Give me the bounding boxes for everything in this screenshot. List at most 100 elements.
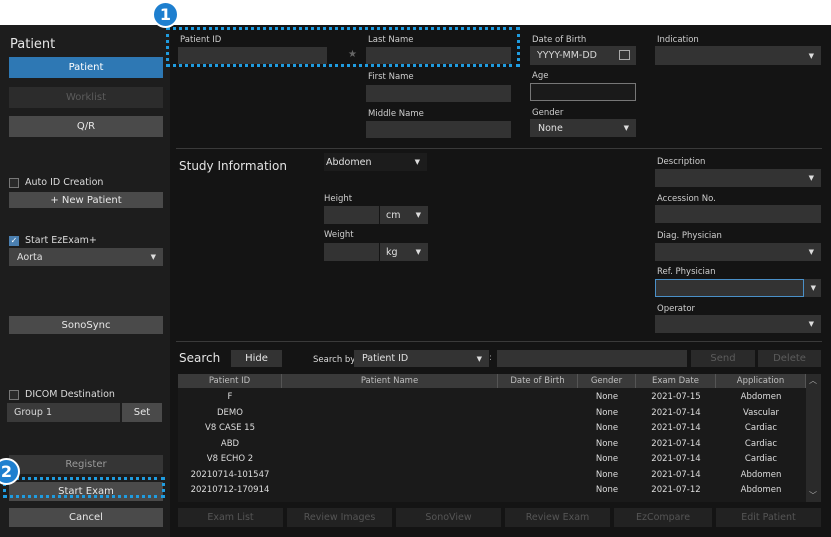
ezexam-protocol-value: Aorta bbox=[17, 251, 43, 263]
column-header[interactable]: Date of Birth bbox=[498, 374, 578, 388]
ezcompare-button[interactable]: EzCompare bbox=[614, 508, 712, 527]
calendar-icon[interactable] bbox=[619, 50, 630, 60]
height-unit-select[interactable]: cm ▼ bbox=[380, 206, 428, 224]
patient-button[interactable]: Patient bbox=[9, 57, 163, 78]
table-cell: Vascular bbox=[743, 407, 779, 418]
indication-select[interactable]: ▼ bbox=[655, 46, 821, 65]
colon-separator: : bbox=[489, 353, 493, 363]
chevron-down-icon: ▼ bbox=[808, 248, 814, 256]
section-divider bbox=[176, 341, 822, 342]
table-scrollbar[interactable]: ︿ ﹀ bbox=[806, 374, 821, 502]
table-cell: None bbox=[595, 423, 619, 433]
study-type-select[interactable]: Abdomen ▼ bbox=[324, 153, 427, 171]
dicom-set-button[interactable]: Set bbox=[122, 403, 162, 422]
accession-label: Accession No. bbox=[657, 194, 716, 204]
table-cell: Cardiac bbox=[744, 454, 778, 464]
sonoview-button[interactable]: SonoView bbox=[396, 508, 501, 527]
height-label: Height bbox=[324, 194, 353, 204]
operator-label: Operator bbox=[657, 304, 696, 314]
callout-badge-1: 1 bbox=[152, 1, 179, 28]
table-cell: Abdomen bbox=[740, 469, 782, 480]
table-cell: None bbox=[595, 469, 619, 480]
search-input[interactable] bbox=[497, 350, 687, 367]
table-cell: 20210712-170914 bbox=[190, 485, 270, 495]
scroll-up-icon[interactable]: ︿ bbox=[809, 375, 817, 386]
worklist-button[interactable]: Worklist bbox=[9, 87, 163, 108]
description-select[interactable]: ▼ bbox=[655, 169, 821, 187]
age-input[interactable] bbox=[530, 83, 636, 101]
checkbox-box[interactable] bbox=[9, 389, 19, 400]
ref-physician-input[interactable] bbox=[655, 279, 804, 297]
new-patient-button[interactable]: + New Patient bbox=[9, 192, 163, 208]
review-images-button[interactable]: Review Images bbox=[287, 508, 392, 527]
first-name-label: First Name bbox=[368, 72, 414, 82]
sonosync-button[interactable]: SonoSync bbox=[9, 316, 163, 334]
checkbox-box[interactable] bbox=[9, 177, 19, 188]
dob-placeholder: YYYY-MM-DD bbox=[537, 50, 597, 61]
callout-highlight-box bbox=[166, 27, 520, 67]
column-header[interactable]: Application bbox=[716, 374, 806, 388]
weight-unit-select[interactable]: kg ▼ bbox=[380, 243, 428, 261]
search-title: Search bbox=[179, 351, 221, 365]
exam-list-button[interactable]: Exam List bbox=[178, 508, 283, 527]
table-cell: 2021-07-14 bbox=[651, 438, 701, 449]
height-unit-value: cm bbox=[386, 209, 401, 221]
diag-physician-label: Diag. Physician bbox=[657, 231, 722, 241]
operator-select[interactable]: ▼ bbox=[655, 315, 821, 333]
delete-button[interactable]: Delete bbox=[758, 350, 821, 367]
column-header[interactable]: Gender bbox=[578, 374, 636, 388]
dob-input[interactable]: YYYY-MM-DD bbox=[530, 46, 636, 65]
middle-name-input[interactable] bbox=[366, 121, 511, 138]
diag-physician-select[interactable]: ▼ bbox=[655, 243, 821, 261]
indication-label: Indication bbox=[657, 35, 699, 45]
chevron-down-icon: ▼ bbox=[808, 320, 814, 328]
accession-input[interactable] bbox=[655, 205, 821, 223]
ref-physician-label: Ref. Physician bbox=[657, 267, 716, 277]
dicom-group-field[interactable]: Group 1 bbox=[7, 403, 120, 422]
column-header[interactable]: Exam Date bbox=[636, 374, 716, 388]
auto-id-label: Auto ID Creation bbox=[25, 177, 104, 188]
middle-name-label: Middle Name bbox=[368, 109, 424, 119]
table-cell: None bbox=[595, 392, 619, 402]
table-cell: Abdomen bbox=[740, 392, 782, 402]
table-cell: 20210714-101547 bbox=[190, 469, 270, 480]
weight-input[interactable] bbox=[324, 243, 379, 261]
weight-unit-value: kg bbox=[386, 246, 398, 258]
ezexam-protocol-select[interactable]: Aorta ▼ bbox=[9, 248, 163, 266]
auto-id-checkbox[interactable]: Auto ID Creation bbox=[9, 177, 103, 188]
chevron-down-icon: ▼ bbox=[150, 253, 156, 261]
ezexam-checkbox[interactable]: ✓ Start EzExam+ bbox=[9, 235, 97, 246]
chevron-down-icon: ▼ bbox=[414, 158, 420, 166]
dob-label: Date of Birth bbox=[532, 35, 587, 45]
study-information-title: Study Information bbox=[179, 159, 287, 173]
review-exam-button[interactable]: Review Exam bbox=[505, 508, 610, 527]
table-cell: Cardiac bbox=[744, 438, 778, 449]
ezexam-label: Start EzExam+ bbox=[25, 235, 97, 246]
table-cell: None bbox=[595, 485, 619, 495]
checkbox-checked-icon[interactable]: ✓ bbox=[9, 235, 19, 246]
callout-highlight-box bbox=[3, 477, 165, 498]
column-header[interactable]: Patient Name bbox=[282, 374, 498, 388]
search-by-label: Search by bbox=[313, 355, 356, 365]
cancel-button[interactable]: Cancel bbox=[9, 508, 163, 527]
gender-select[interactable]: None ▼ bbox=[530, 119, 636, 137]
gender-value: None bbox=[538, 122, 563, 134]
table-cell: ABD bbox=[220, 438, 240, 449]
register-button[interactable]: Register bbox=[9, 455, 163, 474]
table-cell: F bbox=[227, 392, 233, 402]
edit-patient-button[interactable]: Edit Patient bbox=[716, 508, 821, 527]
column-header[interactable]: Patient ID bbox=[178, 374, 282, 388]
hide-button[interactable]: Hide bbox=[231, 350, 282, 367]
height-input[interactable] bbox=[324, 206, 379, 224]
chevron-down-icon: ▼ bbox=[415, 248, 421, 256]
qr-button[interactable]: Q/R bbox=[9, 116, 163, 137]
send-button[interactable]: Send bbox=[691, 350, 755, 367]
ref-physician-dropdown[interactable]: ▼ bbox=[804, 279, 821, 297]
dicom-destination-checkbox[interactable]: DICOM Destination bbox=[9, 389, 115, 400]
table-cell: 2021-07-14 bbox=[651, 469, 701, 480]
first-name-input[interactable] bbox=[366, 85, 511, 102]
table-cell: 2021-07-12 bbox=[651, 485, 701, 495]
search-by-select[interactable]: Patient ID ▼ bbox=[354, 350, 489, 367]
scroll-down-icon[interactable]: ﹀ bbox=[809, 490, 817, 501]
chevron-down-icon: ▼ bbox=[623, 124, 629, 132]
